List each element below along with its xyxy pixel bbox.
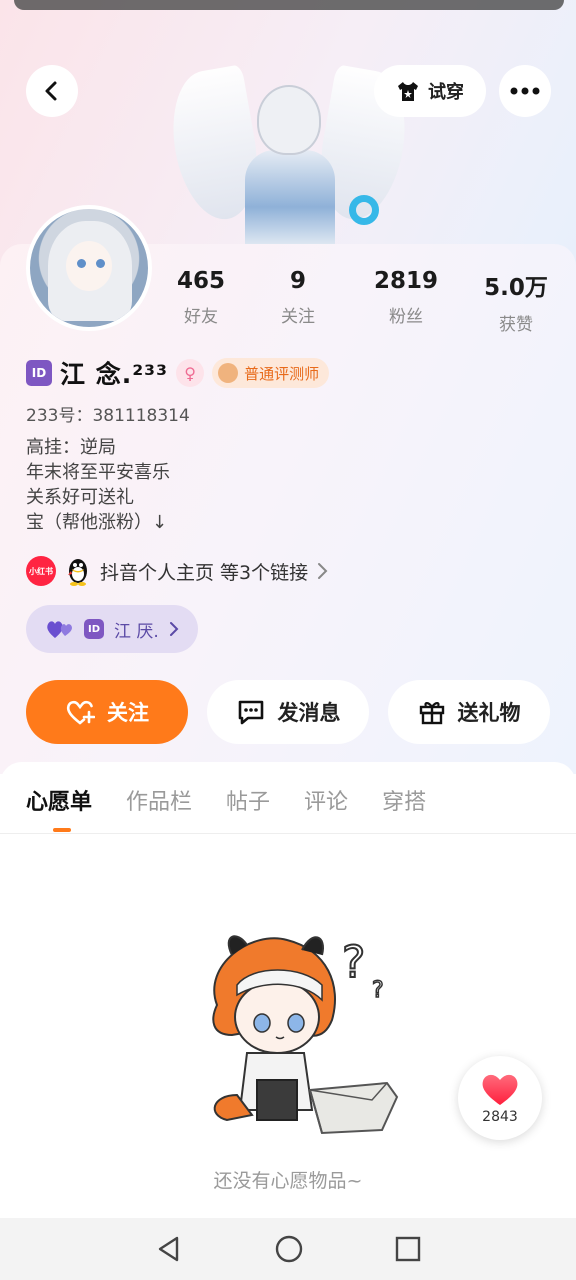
stat-value: 2819 (373, 268, 438, 294)
chevron-right-icon (318, 563, 328, 579)
more-dots-icon (510, 87, 540, 95)
reviewer-avatar-icon (218, 363, 239, 383)
nav-back-icon[interactable] (155, 1235, 183, 1263)
nav-recents-icon[interactable] (395, 1236, 421, 1262)
stat-value: 9 (289, 268, 306, 294)
send-gift-button[interactable]: 送礼物 (388, 680, 550, 744)
nav-home-icon[interactable] (275, 1235, 303, 1263)
avatar-showcase-figure[interactable] (162, 55, 416, 245)
stat-value: 465 (176, 268, 225, 294)
stat-label: 好友 (184, 307, 218, 327)
svg-text:?: ? (372, 978, 384, 1003)
like-count: 2843 (482, 1109, 518, 1125)
bio: 高挂：逆局 年末将至平安喜乐 关系好可送礼 宝（帮他涨粉）↓ (26, 435, 170, 535)
empty-state-illustration: ? ? (212, 935, 399, 1135)
follow-label: 关注 (107, 701, 149, 725)
tab-comments[interactable]: 评论 (304, 784, 348, 816)
message-button[interactable]: 发消息 (207, 680, 369, 744)
user-id[interactable]: 233号：381118314 (26, 401, 190, 426)
divider (0, 833, 576, 834)
gift-label: 送礼物 (457, 701, 521, 725)
try-on-button[interactable]: 试穿 (374, 65, 486, 117)
tab-works[interactable]: 作品栏 (126, 784, 192, 816)
profile-tabs: 心愿单 作品栏 帖子 评论 穿搭 (26, 784, 426, 816)
figure-head (257, 85, 321, 155)
more-button[interactable] (499, 65, 551, 117)
chevron-left-icon (45, 81, 57, 101)
figure-body (245, 150, 335, 245)
chevron-right-icon (169, 622, 179, 636)
role-badge-label: 普通评测师 (244, 364, 320, 383)
like-floating-button[interactable]: 2843 (458, 1056, 542, 1140)
tab-posts[interactable]: 帖子 (226, 784, 270, 816)
cp-relationship-pill[interactable]: ID 江 厌. (26, 605, 198, 653)
bio-line: 关系好可送礼 (26, 487, 134, 508)
bio-line: 高挂：逆局 (26, 437, 116, 458)
external-links[interactable]: 小红书 抖音个人主页 等3个链接 (26, 556, 328, 586)
gift-icon (419, 702, 444, 725)
double-heart-icon (47, 621, 72, 638)
ring-accessory (349, 195, 379, 225)
heart-icon (482, 1074, 518, 1105)
qq-penguin-icon (68, 559, 87, 586)
role-badge[interactable]: 普通评测师 (212, 358, 330, 388)
active-tab-indicator (53, 828, 71, 832)
stat-followers[interactable]: 2819 粉丝 (351, 268, 461, 327)
xiaohongshu-icon: 小红书 (26, 556, 56, 586)
stat-friends[interactable]: 465 好友 (146, 268, 256, 327)
chat-bubble-icon (238, 700, 263, 725)
system-nav-bar (0, 1218, 576, 1280)
empty-state-text: 还没有心愿物品~ (213, 1170, 363, 1192)
name-row: ID 江 念.²³³ ♀ 普通评测师 (26, 355, 330, 391)
tab-outfits[interactable]: 穿搭 (382, 784, 426, 816)
id-icon: ID (84, 619, 104, 639)
avatar[interactable] (26, 205, 152, 331)
female-gender-icon: ♀ (176, 359, 205, 387)
tshirt-icon (398, 82, 418, 101)
try-on-label: 试穿 (428, 82, 464, 103)
stat-label: 关注 (281, 307, 315, 327)
stat-following[interactable]: 9 关注 (243, 268, 353, 327)
message-label: 发消息 (277, 701, 341, 725)
top-handle (14, 0, 564, 10)
bio-line: 年末将至平安喜乐 (26, 462, 170, 483)
bio-line: 宝（帮他涨粉）↓ (26, 512, 168, 533)
stat-label: 获赞 (499, 315, 533, 335)
cp-name: 江 厌. (114, 621, 159, 642)
id-icon: ID (26, 360, 52, 386)
svg-text:?: ? (342, 937, 365, 988)
stat-value: 5.0万 (484, 275, 548, 301)
back-button[interactable] (26, 65, 78, 117)
stat-likes[interactable]: 5.0万 获赞 (461, 268, 571, 335)
tab-wishlist[interactable]: 心愿单 (26, 784, 92, 816)
user-name: 江 念.²³³ (60, 360, 169, 389)
heart-plus-icon (66, 700, 95, 725)
links-text: 抖音个人主页 等3个链接 (100, 561, 309, 584)
follow-button[interactable]: 关注 (26, 680, 188, 744)
stat-label: 粉丝 (389, 307, 423, 327)
